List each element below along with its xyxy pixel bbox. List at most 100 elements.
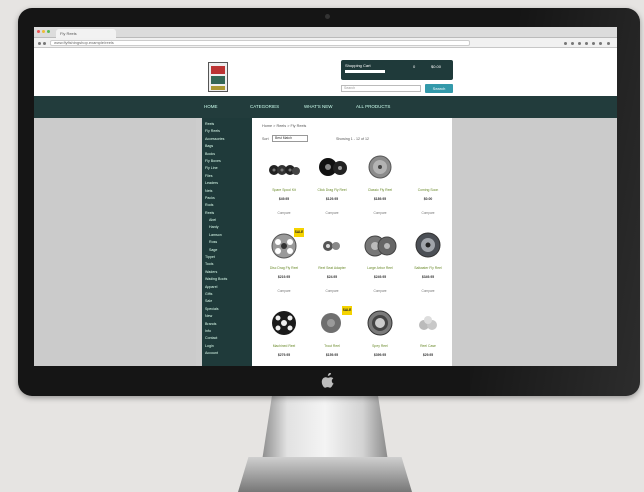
sidebar-item[interactable]: Packs xyxy=(202,196,252,203)
product-card[interactable]: SALE Disc Drag Fly Reel $219.95 Compare xyxy=(260,228,308,302)
product-image[interactable] xyxy=(362,306,398,340)
sidebar-item[interactable]: Waders xyxy=(202,270,252,277)
compare-checkbox[interactable]: Compare xyxy=(260,289,308,293)
product-card[interactable]: Classic Fly Reel $189.95 Compare xyxy=(356,150,404,224)
extension-icon[interactable] xyxy=(585,42,588,45)
search-button[interactable]: Search xyxy=(425,84,453,93)
sidebar-item[interactable]: Reels xyxy=(202,122,252,129)
product-image[interactable] xyxy=(314,150,350,184)
sidebar-item[interactable]: Specials xyxy=(202,307,252,314)
cart-box[interactable]: Shopping Cart 0 $0.00 xyxy=(341,60,453,80)
product-image[interactable] xyxy=(362,150,398,184)
nav-item[interactable]: CATEGORIES xyxy=(250,104,279,109)
sidebar-item[interactable]: Flies xyxy=(202,174,252,181)
sidebar-item[interactable]: Apparel xyxy=(202,285,252,292)
nav-item[interactable]: ALL PRODUCTS xyxy=(356,104,390,109)
extension-icon[interactable] xyxy=(571,42,574,45)
compare-checkbox[interactable]: Compare xyxy=(308,211,356,215)
address-input[interactable]: www.flyfishingshop.example/reels xyxy=(50,40,470,46)
close-window-icon[interactable] xyxy=(37,30,40,33)
search-input[interactable]: Search xyxy=(341,85,421,92)
product-image[interactable] xyxy=(410,228,446,262)
sidebar-item[interactable]: Tools xyxy=(202,262,252,269)
product-name[interactable]: Large Arbor Reel xyxy=(356,266,404,270)
product-name[interactable]: Spare Spool Kit xyxy=(260,188,308,192)
extension-icon[interactable] xyxy=(564,42,567,45)
sidebar-item[interactable]: Fly Line xyxy=(202,166,252,173)
product-image[interactable] xyxy=(266,306,302,340)
sidebar-item[interactable]: Wading Boots xyxy=(202,277,252,284)
sidebar-item[interactable]: Sale xyxy=(202,299,252,306)
menu-icon[interactable] xyxy=(607,42,610,45)
product-name[interactable]: Saltwater Fly Reel xyxy=(404,266,452,270)
extension-icon[interactable] xyxy=(599,42,602,45)
product-name[interactable]: Classic Fly Reel xyxy=(356,188,404,192)
product-card[interactable]: Spey Reel$399.95Compare xyxy=(356,306,404,366)
sidebar-item[interactable]: Books xyxy=(202,152,252,159)
product-card[interactable]: Spare Spool Kit $49.95 Compare xyxy=(260,150,308,224)
sidebar-item[interactable]: New xyxy=(202,314,252,321)
forward-icon[interactable] xyxy=(43,42,46,45)
sidebar-item[interactable]: Fly Reels xyxy=(202,129,252,136)
site-logo[interactable] xyxy=(208,62,228,92)
maximize-window-icon[interactable] xyxy=(47,30,50,33)
product-card[interactable]: Coming Soon $0.00 Compare xyxy=(404,150,452,224)
product-card[interactable]: Large Arbor Reel $249.95 Compare xyxy=(356,228,404,302)
sidebar-item[interactable]: Rods xyxy=(202,203,252,210)
product-name[interactable]: Coming Soon xyxy=(404,188,452,192)
sidebar-item[interactable]: Bags xyxy=(202,144,252,151)
sidebar-item[interactable]: Leaders xyxy=(202,181,252,188)
product-name[interactable]: Disc Drag Fly Reel xyxy=(260,266,308,270)
product-image[interactable] xyxy=(410,150,446,184)
compare-checkbox[interactable]: Compare xyxy=(356,211,404,215)
product-card[interactable]: Machined Reel$279.95Compare xyxy=(260,306,308,366)
compare-checkbox[interactable]: Compare xyxy=(404,289,452,293)
compare-checkbox[interactable]: Compare xyxy=(356,289,404,293)
sidebar-item[interactable]: Contact xyxy=(202,336,252,343)
compare-checkbox[interactable]: Compare xyxy=(308,289,356,293)
product-card[interactable]: Saltwater Fly Reel $349.95 Compare xyxy=(404,228,452,302)
extension-icon[interactable] xyxy=(578,42,581,45)
product-name[interactable]: Reel Case xyxy=(404,344,452,348)
sidebar-item[interactable]: Account xyxy=(202,351,252,358)
sort-select[interactable]: Best Match xyxy=(272,135,308,142)
sidebar-item[interactable]: Abel xyxy=(202,218,252,225)
back-icon[interactable] xyxy=(38,42,41,45)
sidebar-item[interactable]: Gifts xyxy=(202,292,252,299)
sidebar-item[interactable]: Tippet xyxy=(202,255,252,262)
product-image[interactable] xyxy=(266,150,302,184)
product-card[interactable]: Click Drag Fly Reel $129.95 Compare xyxy=(308,150,356,224)
sidebar-item[interactable]: Ross xyxy=(202,240,252,247)
sale-badge: SALE xyxy=(342,306,352,315)
sidebar-item[interactable]: Login xyxy=(202,344,252,351)
browser-tab[interactable]: Fly Reels xyxy=(56,29,116,38)
sidebar-item[interactable]: Sage xyxy=(202,248,252,255)
compare-checkbox[interactable]: Compare xyxy=(260,211,308,215)
breadcrumb[interactable]: Home > Reels > Fly Reels xyxy=(262,124,306,128)
nav-item[interactable]: WHAT'S NEW xyxy=(304,104,333,109)
reel-image xyxy=(269,165,300,175)
product-name[interactable]: Spey Reel xyxy=(356,344,404,348)
product-name[interactable]: Reel Seat Adapter xyxy=(308,266,356,270)
sidebar-item[interactable]: Info xyxy=(202,329,252,336)
sidebar-item[interactable]: Accessories xyxy=(202,137,252,144)
sidebar-item[interactable]: Hardy xyxy=(202,225,252,232)
sidebar-item[interactable]: Nets xyxy=(202,189,252,196)
product-card[interactable]: Reel Case$29.95Compare xyxy=(404,306,452,366)
product-name[interactable]: Machined Reel xyxy=(260,344,308,348)
product-card[interactable]: SALETrout Reel$159.95Compare xyxy=(308,306,356,366)
minimize-window-icon[interactable] xyxy=(42,30,45,33)
nav-item[interactable]: HOME xyxy=(204,104,218,109)
sidebar-item[interactable]: Brands xyxy=(202,322,252,329)
product-image[interactable] xyxy=(362,228,398,262)
extension-icon[interactable] xyxy=(592,42,595,45)
product-name[interactable]: Trout Reel xyxy=(308,344,356,348)
sidebar-item[interactable]: Fly Boxes xyxy=(202,159,252,166)
sidebar-item[interactable]: Reels xyxy=(202,211,252,218)
product-image[interactable] xyxy=(410,306,446,340)
product-name[interactable]: Click Drag Fly Reel xyxy=(308,188,356,192)
sidebar-item[interactable]: Lamson xyxy=(202,233,252,240)
product-image[interactable] xyxy=(314,228,350,262)
compare-checkbox[interactable]: Compare xyxy=(404,211,452,215)
product-card[interactable]: Reel Seat Adapter $24.95 Compare xyxy=(308,228,356,302)
